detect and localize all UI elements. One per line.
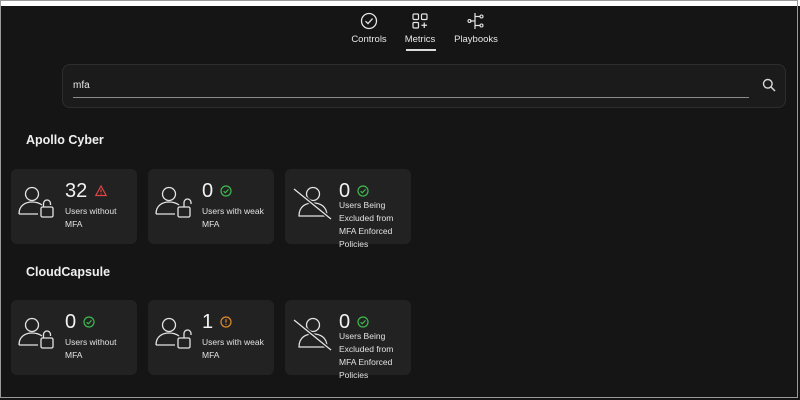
window-frame <box>0 0 798 398</box>
